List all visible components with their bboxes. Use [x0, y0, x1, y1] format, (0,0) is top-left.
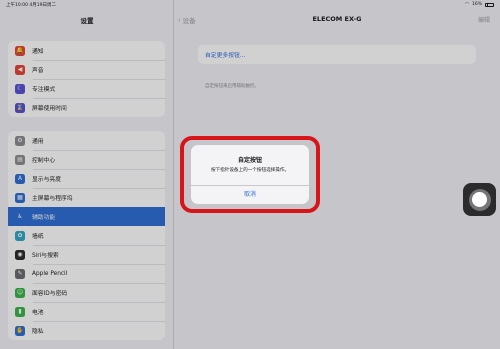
alert-message: 按下指针设备上的一个按钮选择操作。	[210, 168, 290, 173]
assistive-touch-ring-icon	[468, 188, 491, 211]
customize-button-alert: 自定按钮 按下指针设备上的一个按钮选择操作。 取消	[191, 145, 309, 204]
assistive-touch-button[interactable]	[463, 183, 496, 216]
assistive-touch-core	[472, 192, 487, 207]
alert-title: 自定按钮	[237, 157, 262, 164]
alert-cancel-button[interactable]: 取消	[191, 185, 309, 204]
